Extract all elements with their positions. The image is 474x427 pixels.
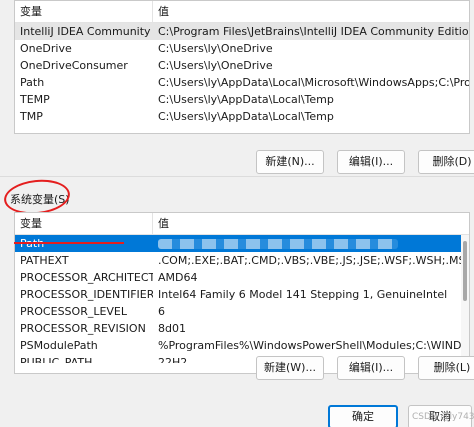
table-row[interactable]: TEMP C:\Users\ly\AppData\Local\Temp	[15, 91, 469, 108]
var-value: %ProgramFiles%\WindowsPowerShell\Modules…	[158, 339, 469, 352]
var-value: AMD64	[158, 271, 198, 284]
user-variables-buttons: 新建(N)... 编辑(I)... 删除(D)	[256, 150, 474, 174]
table-row[interactable]: PSModulePath %ProgramFiles%\WindowsPower…	[15, 337, 469, 354]
vertical-scrollbar[interactable]	[461, 235, 469, 373]
var-value: C:\Users\ly\OneDrive	[158, 59, 273, 72]
ok-button[interactable]: 确定	[328, 405, 398, 427]
section-divider	[0, 176, 474, 177]
column-header-value[interactable]: 值	[153, 1, 169, 23]
var-value: C:\Users\ly\OneDrive	[158, 42, 273, 55]
user-edit-button[interactable]: 编辑(I)...	[337, 150, 405, 174]
table-row[interactable]: PROCESSOR_LEVEL 6	[15, 303, 469, 320]
user-new-button[interactable]: 新建(N)...	[256, 150, 324, 174]
table-row[interactable]: TMP C:\Users\ly\AppData\Local\Temp	[15, 108, 469, 125]
var-value: C:\Users\ly\AppData\Local\Microsoft\Wind…	[158, 76, 469, 89]
column-header-name[interactable]: 变量	[15, 1, 153, 23]
system-edit-button[interactable]: 编辑(I)...	[337, 356, 405, 380]
var-value: 6	[158, 305, 165, 318]
table-row[interactable]: PATHEXT .COM;.EXE;.BAT;.CMD;.VBS;.VBE;.J…	[15, 252, 469, 269]
annotation-underline	[14, 242, 124, 244]
user-list-header: 变量 值	[15, 1, 469, 23]
system-list-header: 变量 值	[15, 213, 469, 235]
var-value: C:\Program Files\JetBrains\IntelliJ IDEA…	[158, 25, 469, 38]
watermark: CSDN @ly743	[412, 412, 474, 422]
user-variables-list[interactable]: 变量 值 IntelliJ IDEA Community Ed... C:\Pr…	[14, 0, 470, 134]
var-name: PUBLIC_PATH	[20, 356, 93, 363]
table-row[interactable]: OneDriveConsumer C:\Users\ly\OneDrive	[15, 57, 469, 74]
var-value: 8d01	[158, 322, 186, 335]
table-row[interactable]: IntelliJ IDEA Community Ed... C:\Program…	[15, 23, 469, 40]
var-name: PROCESSOR_REVISION	[20, 322, 146, 335]
column-header-name[interactable]: 变量	[15, 213, 153, 235]
var-name: Path	[20, 76, 45, 89]
var-value: C:\Users\ly\AppData\Local\Temp	[158, 110, 334, 123]
column-header-value[interactable]: 值	[153, 213, 169, 235]
var-name: TEMP	[20, 93, 50, 106]
redacted-value	[158, 239, 398, 249]
var-value: .COM;.EXE;.BAT;.CMD;.VBS;.VBE;.JS;.JSE;.…	[158, 254, 469, 267]
table-row[interactable]: PROCESSOR_IDENTIFIER Intel64 Family 6 Mo…	[15, 286, 469, 303]
system-variables-buttons: 新建(W)... 编辑(I)... 删除(L)	[256, 356, 474, 380]
scrollbar-thumb[interactable]	[463, 241, 467, 301]
var-name: PROCESSOR_IDENTIFIER	[20, 288, 153, 301]
var-name: OneDrive	[20, 42, 72, 55]
var-name: PSModulePath	[20, 339, 98, 352]
var-value: Intel64 Family 6 Model 141 Stepping 1, G…	[158, 288, 448, 301]
table-row[interactable]: PROCESSOR_ARCHITECTURE AMD64	[15, 269, 469, 286]
table-row[interactable]: OneDrive C:\Users\ly\OneDrive	[15, 40, 469, 57]
var-name: IntelliJ IDEA Community Ed...	[20, 25, 153, 38]
var-value: C:\Users\ly\AppData\Local\Temp	[158, 93, 334, 106]
var-name: TMP	[20, 110, 43, 123]
system-variables-list[interactable]: 变量 值 Path PATHEXT .COM;.EXE;.BAT;.CMD;.V…	[14, 212, 470, 374]
var-name: PROCESSOR_LEVEL	[20, 305, 128, 318]
table-row[interactable]: Path C:\Users\ly\AppData\Local\Microsoft…	[15, 74, 469, 91]
var-name: PATHEXT	[20, 254, 69, 267]
var-value-redacted	[153, 235, 469, 252]
table-row[interactable]: PROCESSOR_REVISION 8d01	[15, 320, 469, 337]
var-name: PROCESSOR_ARCHITECTURE	[20, 271, 153, 284]
var-name: OneDriveConsumer	[20, 59, 128, 72]
user-delete-button[interactable]: 删除(D)	[418, 150, 474, 174]
system-delete-button[interactable]: 删除(L)	[418, 356, 474, 380]
system-new-button[interactable]: 新建(W)...	[256, 356, 324, 380]
